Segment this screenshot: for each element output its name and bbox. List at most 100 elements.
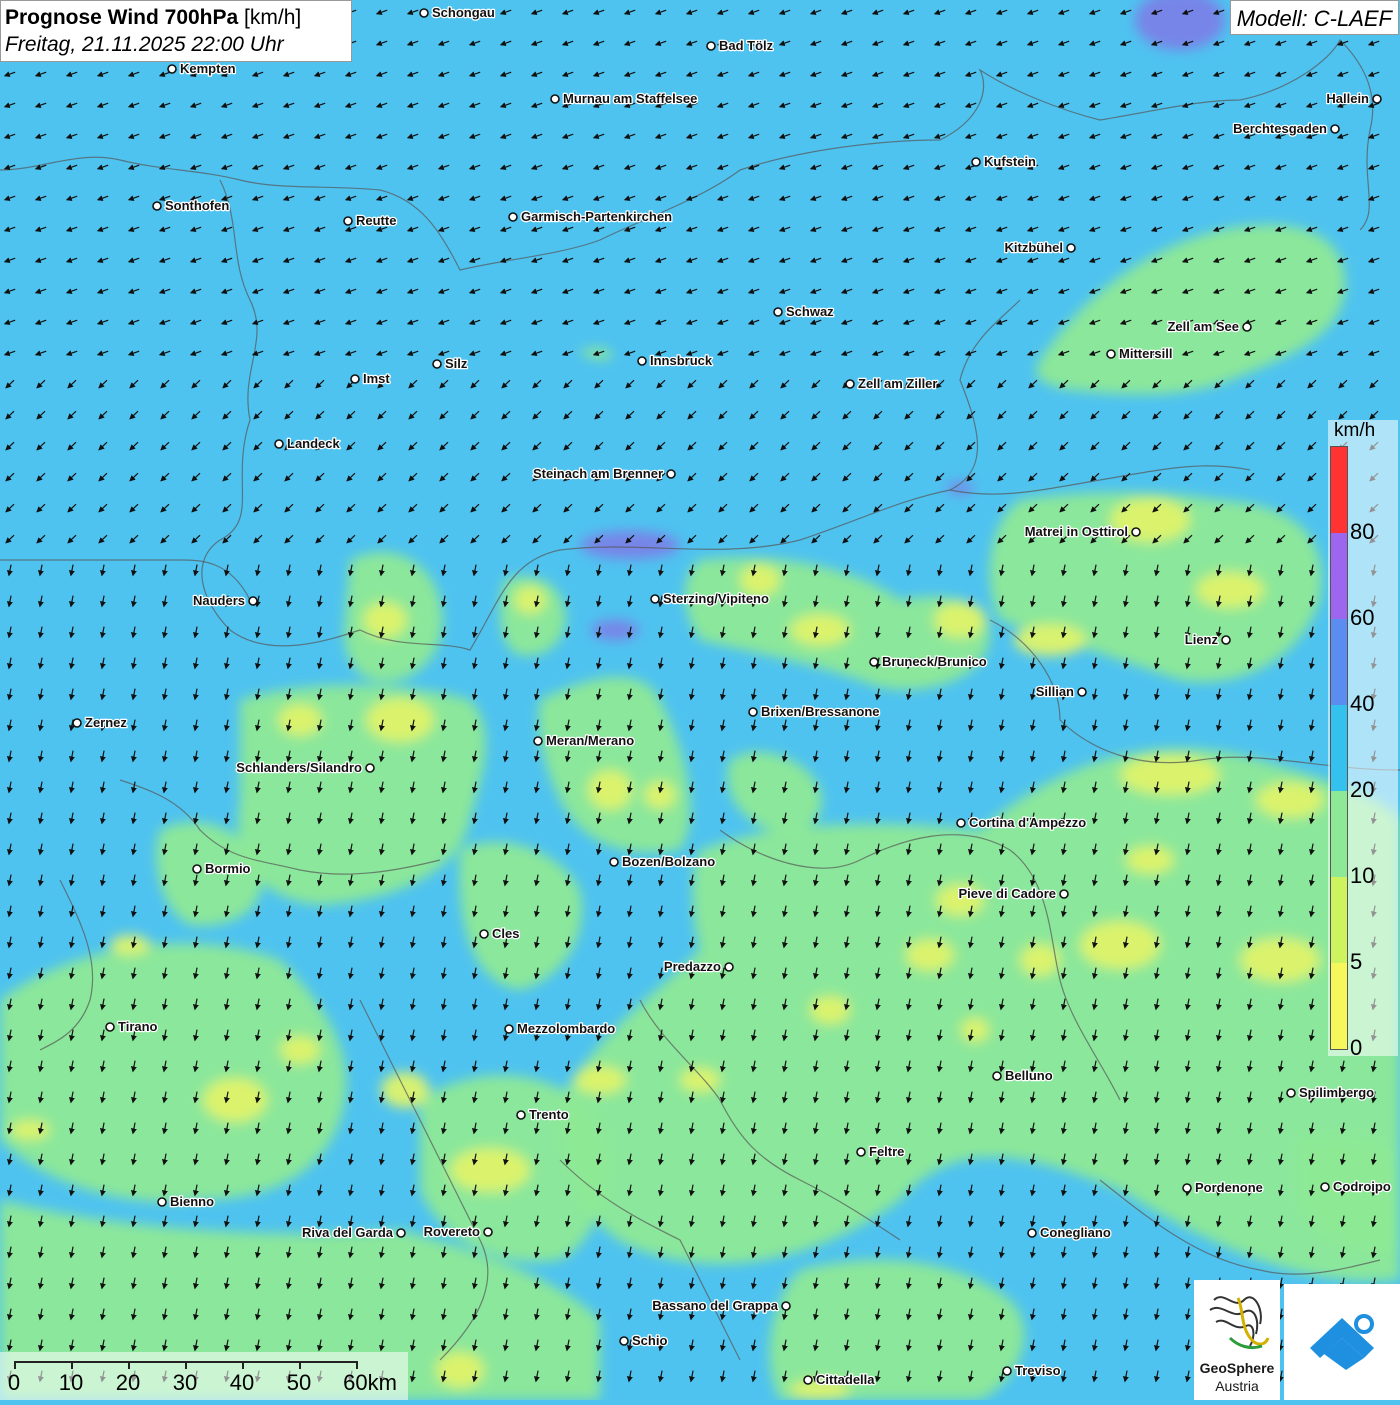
city-dot-icon xyxy=(504,1024,514,1034)
wind-zone-5-10 xyxy=(961,1018,989,1042)
city-label: Schio xyxy=(632,1333,667,1348)
wind-zone-40-60 xyxy=(580,531,680,559)
city-label: Steinach am Brenner xyxy=(533,466,663,481)
city-dot-icon xyxy=(1027,1228,1037,1238)
city-marker: Cortina d'Ampezzo xyxy=(956,814,1088,831)
city-dot-icon xyxy=(609,857,619,867)
city-dot-icon xyxy=(479,929,489,939)
city-dot-icon xyxy=(856,1147,866,1157)
scale-label: 60km xyxy=(343,1370,397,1395)
legend-segment xyxy=(1331,705,1347,791)
wind-zone-5-10 xyxy=(1120,755,1220,795)
city-marker: Pordenone xyxy=(1182,1179,1264,1196)
city-label: Kempten xyxy=(180,61,236,76)
city-marker: Riva del Garda xyxy=(301,1224,406,1241)
city-marker: Sonthofen xyxy=(152,197,231,214)
city-label: Trento xyxy=(529,1107,569,1122)
city-dot-icon xyxy=(1002,1366,1012,1376)
forecast-datetime: Freitag, 21.11.2025 22:00 Uhr xyxy=(5,33,284,56)
scale-label: 50 xyxy=(286,1370,312,1395)
city-label: Mittersill xyxy=(1119,346,1172,361)
wind-zone-5-10 xyxy=(1256,782,1324,818)
city-dot-icon xyxy=(533,736,543,746)
city-dot-icon xyxy=(869,657,879,667)
map-title: Prognose Wind 700hPa [km/h] xyxy=(5,4,347,31)
city-label: Sterzing/Vipiteno xyxy=(663,591,769,606)
wind-zone-5-10 xyxy=(280,1036,320,1064)
city-label: Zell am See xyxy=(1167,319,1239,334)
city-label: Riva del Garda xyxy=(302,1225,394,1240)
city-dot-icon xyxy=(956,818,966,828)
city-dot-icon xyxy=(157,1197,167,1207)
city-label: Cortina d'Ampezzo xyxy=(969,815,1086,830)
brand-name: GeoSphere xyxy=(1199,1360,1275,1376)
city-label: Pordenone xyxy=(1195,1180,1263,1195)
wind-zone-5-10 xyxy=(588,770,632,810)
city-label: Murnau am Staffelsee xyxy=(563,91,697,106)
city-label: Bienno xyxy=(170,1194,214,1209)
city-marker: Murnau am Staffelsee xyxy=(550,90,699,107)
city-marker: Berchtesgaden xyxy=(1232,120,1340,137)
city-label: Conegliano xyxy=(1040,1225,1111,1240)
legend-segment xyxy=(1331,447,1347,533)
city-label: Feltre xyxy=(869,1144,904,1159)
city-label: Codroipo xyxy=(1333,1179,1391,1194)
city-label: Bassano del Grappa xyxy=(652,1298,778,1313)
legend-tick-label: 80 xyxy=(1350,519,1375,544)
city-dot-icon xyxy=(167,64,177,74)
map-title-box: Prognose Wind 700hPa [km/h] Freitag, 21.… xyxy=(0,0,352,62)
legend-tick-label: 60 xyxy=(1350,605,1375,630)
scale-tick xyxy=(185,1361,187,1369)
scale-tick xyxy=(242,1361,244,1369)
city-dot-icon xyxy=(1330,124,1340,134)
legend-segment xyxy=(1331,877,1347,963)
city-dot-icon xyxy=(1242,322,1252,332)
city-label: Bormio xyxy=(205,861,251,876)
geosphere-mark-icon xyxy=(1209,1296,1270,1350)
city-label: Bruneck/Brunico xyxy=(882,654,987,669)
city-label: Zernez xyxy=(85,715,127,730)
wind-zone-5-10 xyxy=(10,1120,50,1140)
city-label: Bozen/Bolzano xyxy=(622,854,715,869)
legend-segment xyxy=(1331,963,1347,1049)
city-dot-icon xyxy=(508,212,518,222)
scale-label: 40 xyxy=(229,1370,255,1395)
city-dot-icon xyxy=(992,1071,1002,1081)
city-label: Meran/Merano xyxy=(546,733,634,748)
wind-zone-5-10 xyxy=(1196,572,1264,608)
city-dot-icon xyxy=(1059,889,1069,899)
legend-segment xyxy=(1331,791,1347,877)
city-label: Rovereto xyxy=(424,1224,480,1239)
city-label: Kitzbühel xyxy=(1005,240,1064,255)
city-dot-icon xyxy=(343,216,353,226)
scale-tick xyxy=(356,1361,358,1369)
city-label: Innsbruck xyxy=(650,353,713,368)
city-dot-icon xyxy=(419,8,429,18)
wind-zone-5-10 xyxy=(366,698,434,742)
city-dot-icon xyxy=(845,379,855,389)
wind-zone-5-10 xyxy=(514,586,546,614)
city-label: Kufstein xyxy=(984,154,1036,169)
city-dot-icon xyxy=(248,596,258,606)
city-dot-icon xyxy=(432,359,442,369)
city-dot-icon xyxy=(748,707,758,717)
city-dot-icon xyxy=(1221,635,1231,645)
city-marker: Steinach am Brenner xyxy=(532,465,676,482)
legend-color-bar xyxy=(1330,446,1348,1050)
city-dot-icon xyxy=(650,594,660,604)
city-label: Predazzo xyxy=(664,959,721,974)
city-marker: Innsbruck xyxy=(637,352,714,369)
city-dot-icon xyxy=(516,1110,526,1120)
city-dot-icon xyxy=(365,763,375,773)
city-marker: Garmisch-Partenkirchen xyxy=(508,208,673,225)
city-dot-icon xyxy=(1106,349,1116,359)
city-label: Imst xyxy=(363,371,390,386)
scale-tick xyxy=(71,1361,73,1369)
wind-map: Schongau Bad Tölz Kempten Murnau am Staffel… xyxy=(0,0,1400,1400)
city-dot-icon xyxy=(619,1336,629,1346)
wind-zone-5-10 xyxy=(680,1068,720,1092)
wind-zone-5-10 xyxy=(810,996,850,1024)
city-label: Tirano xyxy=(118,1019,158,1034)
wind-zone-5-10 xyxy=(906,939,954,971)
city-dot-icon xyxy=(1286,1088,1296,1098)
